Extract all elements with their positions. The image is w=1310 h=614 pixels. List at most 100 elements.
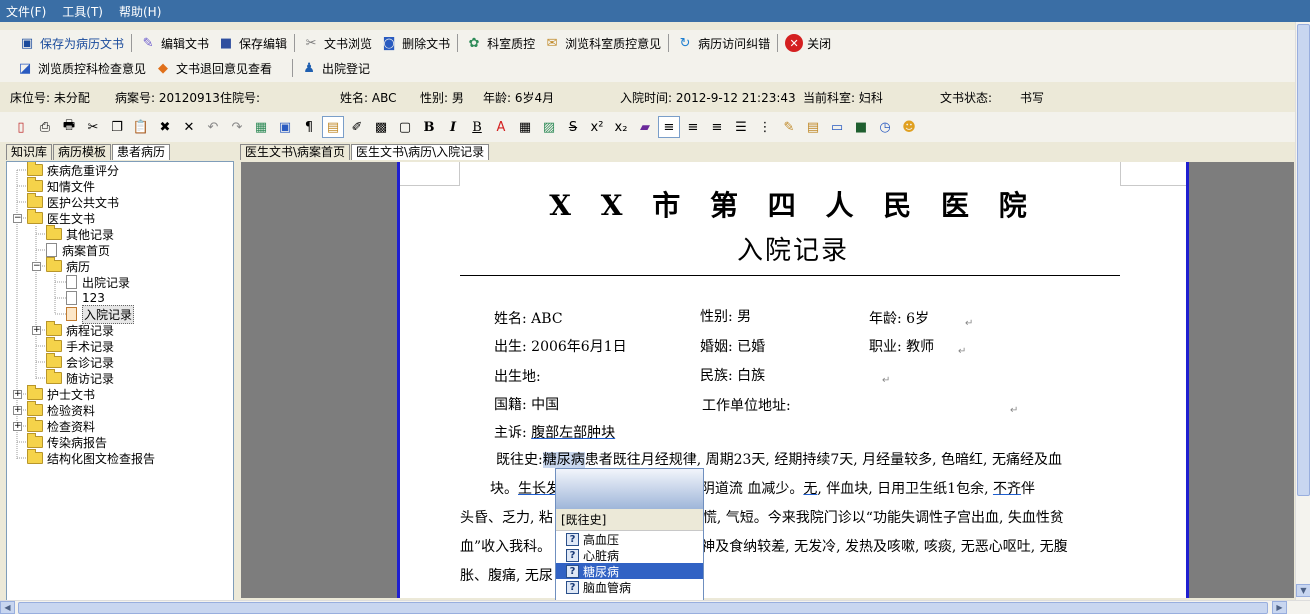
- return-opinion-button[interactable]: ◆ 文书退回意见查看: [150, 57, 276, 79]
- paragraph-icon[interactable]: ¶: [298, 116, 320, 138]
- scroll-down-arrow[interactable]: ▼: [1296, 584, 1310, 597]
- insert-frame-icon[interactable]: ▣: [274, 116, 296, 138]
- clear-icon[interactable]: ✕: [178, 116, 200, 138]
- delete-document-button[interactable]: ◙ 删除文书: [376, 32, 454, 54]
- field-sex[interactable]: 性别: 男: [700, 306, 751, 326]
- justify-icon[interactable]: ☰: [730, 116, 752, 138]
- qc-inspection-button[interactable]: ◪ 浏览质控科检查意见: [12, 57, 150, 79]
- tree-item-doctor-documents[interactable]: 医生文书: [27, 209, 95, 226]
- tree-item-consultation-records[interactable]: 会诊记录: [46, 353, 114, 370]
- collapse-toggle[interactable]: −: [32, 262, 41, 271]
- tree-item-discharge-record[interactable]: 出院记录: [66, 274, 130, 290]
- popup-option-hypertension[interactable]: ? 高血压: [556, 531, 703, 547]
- undo-icon[interactable]: ↶: [202, 116, 224, 138]
- tree-item-surgery-records[interactable]: 手术记录: [46, 337, 114, 354]
- line-spacing-icon[interactable]: ⋮: [754, 116, 776, 138]
- tab-record-templates[interactable]: 病历模板: [53, 144, 112, 160]
- align-right-icon[interactable]: ≡: [706, 116, 728, 138]
- picture-icon[interactable]: ▨: [538, 116, 560, 138]
- tree-item-infectious-report[interactable]: 传染病报告: [27, 433, 107, 450]
- field-age[interactable]: 年龄: 6岁: [869, 308, 929, 328]
- print-icon[interactable]: 🖶: [58, 116, 80, 138]
- menu-file[interactable]: 文件(F): [6, 3, 46, 20]
- field-occupation[interactable]: 职业: 教师: [869, 336, 934, 356]
- subscript-icon[interactable]: x₂: [610, 116, 632, 138]
- popup-option-heart-disease[interactable]: ? 心脏病: [556, 547, 703, 563]
- italic-icon[interactable]: I: [442, 116, 464, 138]
- template-icon[interactable]: ▤: [802, 116, 824, 138]
- field-nationality[interactable]: 国籍: 中国: [494, 394, 559, 414]
- save-as-record-button[interactable]: ▣ 保存为病历文书: [14, 32, 128, 54]
- page-format-icon[interactable]: ▤: [322, 116, 344, 138]
- tree-item-other-records[interactable]: 其他记录: [46, 225, 114, 242]
- save-icon[interactable]: ■: [850, 116, 872, 138]
- paste-icon[interactable]: 📋: [130, 116, 152, 138]
- underline-icon[interactable]: B: [466, 116, 488, 138]
- tree-item-followup-records[interactable]: 随访记录: [46, 369, 114, 386]
- horizontal-scroll-thumb[interactable]: [18, 602, 1268, 614]
- document-page[interactable]: X X 市 第 四 人 民 医 院 入院记录 姓名: ABC 性别: 男 年龄:…: [397, 162, 1189, 598]
- new-doc-icon[interactable]: ▯: [10, 116, 32, 138]
- expand-toggle[interactable]: +: [13, 422, 22, 431]
- book-icon[interactable]: ▰: [634, 116, 656, 138]
- vertical-scrollbar[interactable]: ▼: [1295, 22, 1310, 600]
- document-canvas[interactable]: X X 市 第 四 人 民 医 院 入院记录 姓名: ABC 性别: 男 年龄:…: [241, 162, 1294, 598]
- history-autocomplete-popup[interactable]: [既往史] ? 高血压 ? 心脏病 ? 糖尿病 ? 脑血管病: [555, 468, 704, 602]
- properties-icon[interactable]: ▩: [370, 116, 392, 138]
- superscript-icon[interactable]: x²: [586, 116, 608, 138]
- align-center-icon[interactable]: ≡: [682, 116, 704, 138]
- browse-qc-opinion-button[interactable]: ✉ 浏览科室质控意见: [539, 32, 665, 54]
- table-icon[interactable]: ▦: [514, 116, 536, 138]
- insert-image-icon[interactable]: ▦: [250, 116, 272, 138]
- tree-item-progress-records[interactable]: 病程记录: [46, 321, 114, 338]
- align-left-icon[interactable]: ≡: [658, 116, 680, 138]
- tab-patient-records[interactable]: 患者病历: [112, 144, 171, 160]
- expand-toggle[interactable]: +: [32, 326, 41, 335]
- tree-item-nurse-documents[interactable]: 护士文书: [27, 385, 95, 402]
- tab-admission-record[interactable]: 医生文书\病历\入院记录: [351, 144, 490, 160]
- department-qc-button[interactable]: ✿ 科室质控: [461, 32, 539, 54]
- save-edit-button[interactable]: ■ 保存编辑: [213, 32, 291, 54]
- user-icon[interactable]: ☻: [898, 116, 920, 138]
- copy-icon[interactable]: ❐: [106, 116, 128, 138]
- font-color-icon[interactable]: A: [490, 116, 512, 138]
- horizontal-scrollbar[interactable]: ◀ ▶: [0, 600, 1310, 614]
- redo-icon[interactable]: ↷: [226, 116, 248, 138]
- expand-toggle[interactable]: +: [13, 390, 22, 399]
- field-workplace[interactable]: 工作单位地址:: [702, 395, 791, 415]
- tree-item-lab-data[interactable]: 检验资料: [27, 401, 95, 418]
- menu-tools[interactable]: 工具(T): [62, 3, 103, 20]
- collapse-toggle[interactable]: −: [13, 214, 22, 223]
- tree-item-admission-record[interactable]: 入院记录: [66, 304, 135, 324]
- vertical-scroll-thumb[interactable]: [1297, 24, 1310, 496]
- scroll-left-arrow[interactable]: ◀: [0, 601, 15, 614]
- browse-document-button[interactable]: ✂ 文书浏览: [298, 32, 376, 54]
- tree-item-consent-files[interactable]: 知情文件: [27, 177, 95, 194]
- access-correction-button[interactable]: ↻ 病历访问纠错: [672, 32, 774, 54]
- cut-icon[interactable]: ✂: [82, 116, 104, 138]
- field-marriage[interactable]: 婚姻: 已婚: [700, 336, 765, 356]
- popup-option-diabetes[interactable]: ? 糖尿病: [556, 563, 703, 579]
- tree-item-critical-score[interactable]: 疾病危重评分: [27, 162, 119, 178]
- tree-item-structured-report[interactable]: 结构化图文检查报告: [27, 449, 155, 466]
- edit-document-button[interactable]: ✎ 编辑文书: [135, 32, 213, 54]
- annotate-icon[interactable]: ✎: [778, 116, 800, 138]
- tree-item-case-front-page[interactable]: 病案首页: [46, 242, 110, 258]
- field-chief-complaint[interactable]: 主诉: 腹部左部肿块: [494, 422, 615, 442]
- menu-help[interactable]: 帮助(H): [119, 3, 161, 20]
- discharge-register-button[interactable]: ♟ 出院登记: [296, 57, 374, 79]
- timer-icon[interactable]: ◷: [874, 116, 896, 138]
- blank-page-icon[interactable]: ▢: [394, 116, 416, 138]
- tree-item-exam-data[interactable]: 检查资料: [27, 417, 95, 434]
- tree-item-public-documents[interactable]: 医护公共文书: [27, 193, 119, 210]
- field-birthplace[interactable]: 出生地:: [494, 366, 541, 386]
- field-nation[interactable]: 民族: 白族: [700, 365, 765, 385]
- field-birth[interactable]: 出生: 2006年6月1日: [494, 336, 627, 356]
- print-preview-icon[interactable]: ⎙: [34, 116, 56, 138]
- scroll-right-arrow[interactable]: ▶: [1272, 601, 1287, 614]
- tab-knowledge-base[interactable]: 知识库: [6, 144, 53, 160]
- field-name[interactable]: 姓名: ABC: [494, 308, 563, 328]
- close-button[interactable]: ✕ 关闭: [781, 32, 835, 54]
- expand-toggle[interactable]: +: [13, 406, 22, 415]
- tab-case-front-page[interactable]: 医生文书\病案首页: [240, 144, 351, 160]
